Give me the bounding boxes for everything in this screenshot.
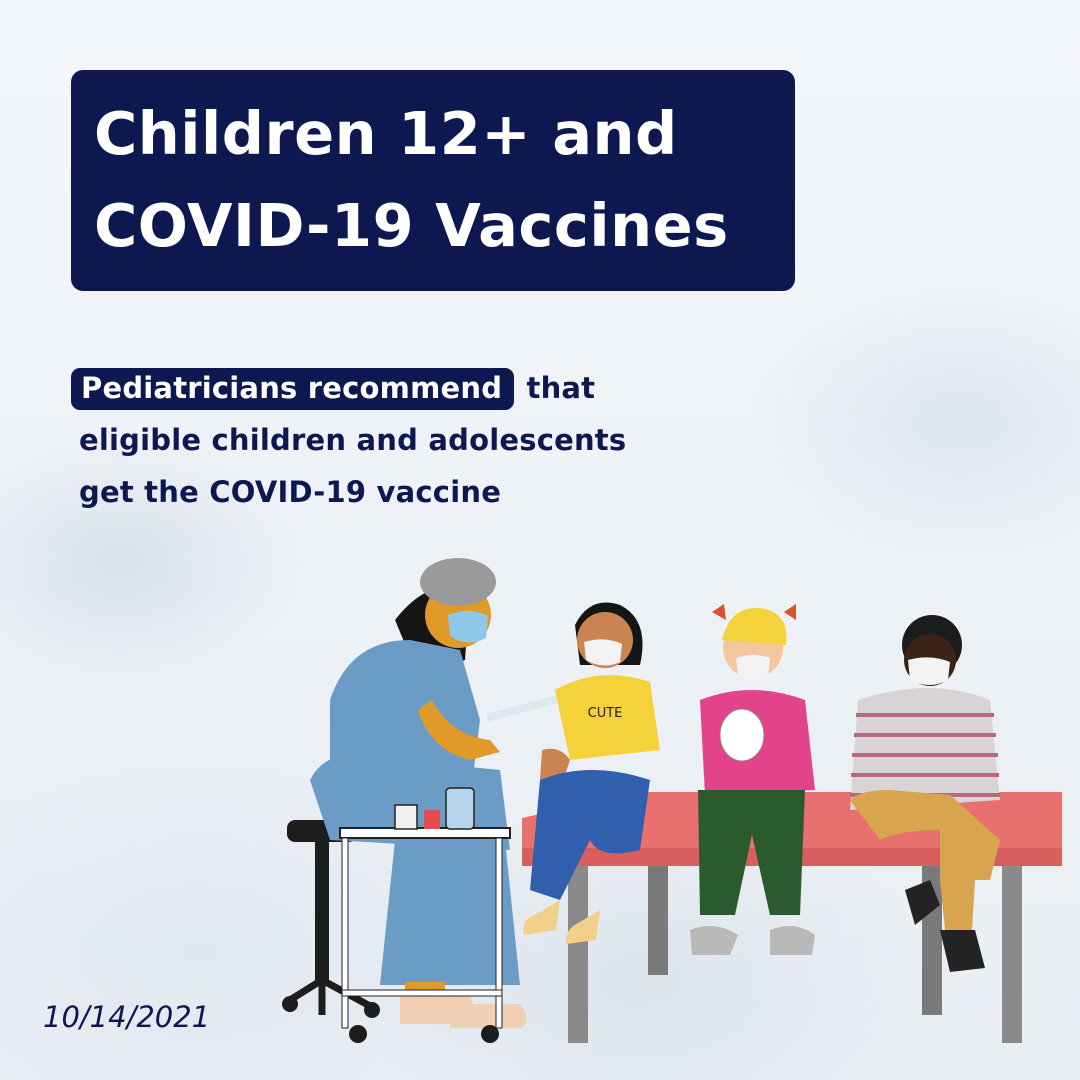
stool: [282, 820, 380, 1018]
subtitle-line-3: get the COVID-19 vaccine: [79, 475, 502, 509]
vaccination-illustration: CUTE: [282, 558, 1062, 1043]
title-line-1: Children 12+ and: [94, 99, 678, 168]
subtitle-highlight: Pediatricians recommend: [71, 368, 515, 410]
subtitle: Pediatricians recommend that eligible chi…: [71, 362, 779, 518]
date: 10/14/2021: [43, 1000, 211, 1034]
title-line-2: COVID-19 Vaccines: [94, 191, 729, 260]
page-title: Children 12+ and COVID-19 Vaccines: [94, 88, 729, 272]
shirt-text: CUTE: [588, 706, 623, 721]
subtitle-line-1-rest: that: [526, 371, 596, 405]
child-pink-sweater: [690, 604, 815, 955]
child-cute-shirt: CUTE: [523, 602, 660, 944]
subtitle-line-2: eligible children and adolescents: [79, 423, 627, 457]
